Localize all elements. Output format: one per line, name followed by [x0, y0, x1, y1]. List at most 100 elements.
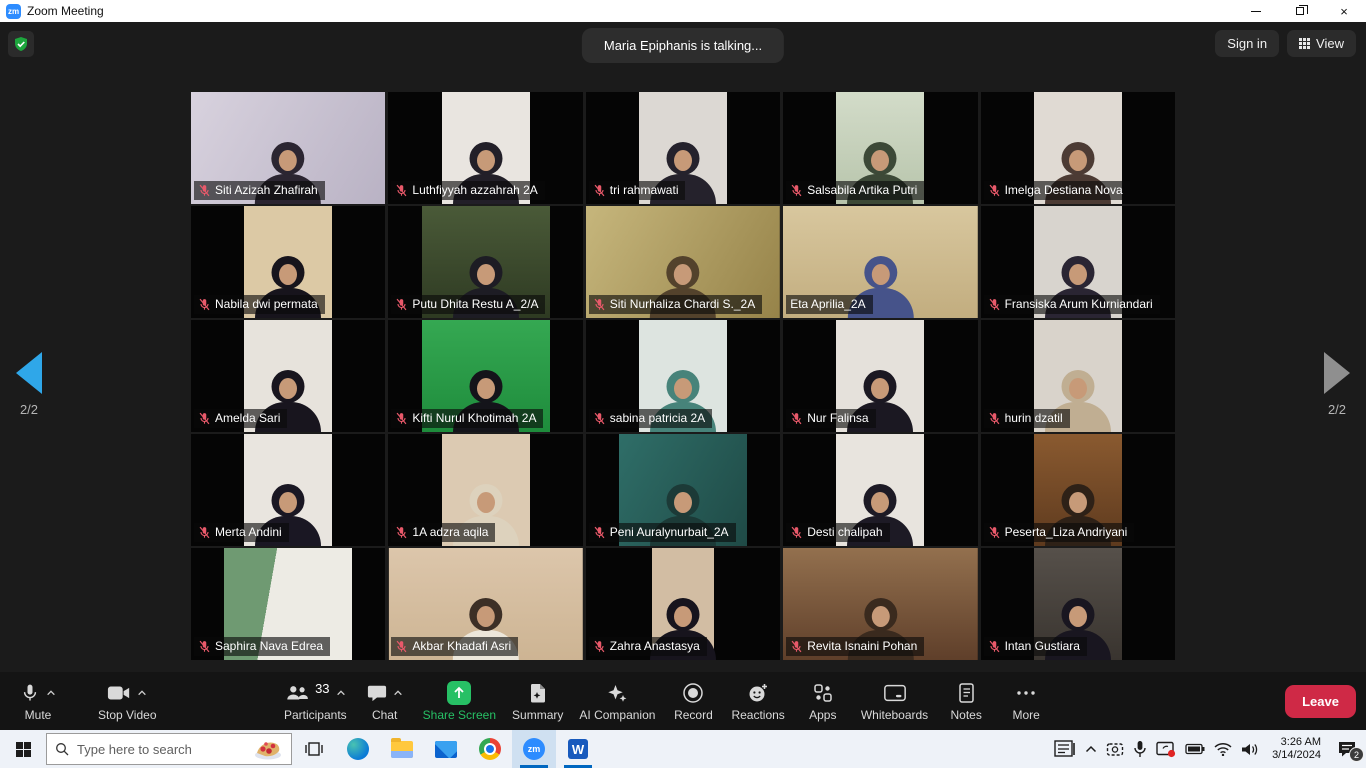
- participant-tile[interactable]: Merta Andini: [191, 434, 385, 546]
- more-button[interactable]: More: [998, 674, 1054, 728]
- participant-tile[interactable]: Saphira Nava Edrea: [191, 548, 385, 660]
- participant-tile[interactable]: Desti chalipah: [783, 434, 977, 546]
- news-interests-icon[interactable]: [1054, 740, 1076, 758]
- more-ellipsis-icon: [1015, 682, 1037, 704]
- whiteboards-button[interactable]: Whiteboards: [855, 674, 934, 728]
- chat-button[interactable]: Chat: [357, 674, 413, 728]
- participant-tile[interactable]: Amelda Sari: [191, 320, 385, 432]
- participant-tile[interactable]: sabina patricia 2A: [586, 320, 780, 432]
- participant-name-label: Peserta_Liza Andriyani: [984, 523, 1135, 542]
- talking-toast: Maria Epiphanis is talking...: [582, 28, 784, 63]
- task-view-button[interactable]: [292, 730, 336, 768]
- participant-tile[interactable]: Akbar Khadafi Asri: [388, 548, 582, 660]
- participant-tile[interactable]: Peserta_Liza Andriyani: [981, 434, 1175, 546]
- notes-button[interactable]: Notes: [938, 674, 994, 728]
- reactions-button[interactable]: Reactions: [725, 674, 790, 728]
- volume-icon[interactable]: [1241, 742, 1259, 757]
- tray-microphone-icon[interactable]: [1133, 740, 1147, 758]
- next-page-arrow[interactable]: [1324, 352, 1350, 394]
- muted-mic-icon: [790, 640, 803, 653]
- participant-tile[interactable]: tri rahmawati: [586, 92, 780, 204]
- share-screen-label: Share Screen: [423, 708, 496, 722]
- participant-name-label: Nabila dwi permata: [194, 295, 325, 314]
- participant-tile[interactable]: Nabila dwi permata: [191, 206, 385, 318]
- muted-mic-icon: [593, 298, 606, 311]
- taskbar-chrome[interactable]: [468, 730, 512, 768]
- participant-tile[interactable]: Luthfiyyah azzahrah 2A: [388, 92, 582, 204]
- record-button[interactable]: Record: [665, 674, 721, 728]
- chat-chevron-icon[interactable]: [393, 689, 403, 697]
- muted-mic-icon: [198, 526, 211, 539]
- battery-icon[interactable]: [1185, 743, 1205, 755]
- taskbar-file-explorer[interactable]: [380, 730, 424, 768]
- taskbar-clock[interactable]: 3:26 AM 3/14/2024: [1268, 736, 1325, 762]
- page-indicator-right: 2/2: [1328, 402, 1346, 417]
- windows-logo-icon: [16, 742, 31, 757]
- mute-button[interactable]: Mute: [10, 674, 66, 728]
- ai-companion-button[interactable]: AI Companion: [573, 674, 661, 728]
- search-placeholder-text: Type here to search: [77, 742, 245, 757]
- participant-tile[interactable]: Peni Auralynurbait_2A: [586, 434, 780, 546]
- sign-in-button[interactable]: Sign in: [1215, 30, 1279, 57]
- edge-icon: [347, 738, 369, 760]
- participant-name-label: Desti chalipah: [786, 523, 889, 542]
- stop-video-button[interactable]: Stop Video: [92, 674, 163, 728]
- view-button[interactable]: View: [1287, 30, 1356, 57]
- participants-button[interactable]: 33 Participants: [278, 674, 353, 728]
- participant-tile[interactable]: Putu Dhita Restu A_2/A: [388, 206, 582, 318]
- leave-button[interactable]: Leave: [1285, 685, 1356, 718]
- participant-name-label: tri rahmawati: [589, 181, 686, 200]
- participant-tile[interactable]: Fransiska Arum Kurniandari: [981, 206, 1175, 318]
- share-screen-button[interactable]: Share Screen: [417, 674, 502, 728]
- participant-tile[interactable]: hurin dzatil: [981, 320, 1175, 432]
- taskbar-search[interactable]: Type here to search: [46, 733, 292, 765]
- participant-tile[interactable]: Siti Nurhaliza Chardi S._2A: [586, 206, 780, 318]
- participant-tile[interactable]: Zahra Anastasya: [586, 548, 780, 660]
- mute-chevron-icon[interactable]: [46, 689, 56, 697]
- search-highlight-pie-image[interactable]: [253, 737, 283, 761]
- start-button[interactable]: [0, 730, 46, 768]
- grid-view-icon: [1299, 38, 1310, 49]
- reactions-smiley-icon: [747, 682, 769, 704]
- participant-tile[interactable]: Intan Gustiara: [981, 548, 1175, 660]
- tray-screen-share-recording-icon[interactable]: [1156, 741, 1176, 758]
- participants-label: Participants: [284, 708, 347, 722]
- minimize-button[interactable]: [1234, 0, 1278, 22]
- participant-tile[interactable]: 1A adzra aqila: [388, 434, 582, 546]
- chat-label: Chat: [372, 708, 397, 722]
- taskbar-edge[interactable]: [336, 730, 380, 768]
- ai-sparkle-icon: [606, 682, 628, 704]
- participant-tile[interactable]: Imelga Destiana Nova: [981, 92, 1175, 204]
- participant-tile[interactable]: Salsabila Artika Putri: [783, 92, 977, 204]
- participant-tile[interactable]: Kifti Nurul Khotimah 2A: [388, 320, 582, 432]
- muted-mic-icon: [790, 526, 803, 539]
- participant-tile[interactable]: Eta Aprilia_2A: [783, 206, 977, 318]
- participant-name-label: Luthfiyyah azzahrah 2A: [391, 181, 544, 200]
- participant-name-label: Amelda Sari: [194, 409, 287, 428]
- show-hidden-icons-chevron[interactable]: [1085, 745, 1097, 753]
- apps-button[interactable]: Apps: [795, 674, 851, 728]
- close-button[interactable]: ×: [1322, 0, 1366, 22]
- notification-count-badge: 2: [1349, 747, 1364, 762]
- muted-mic-icon: [593, 526, 606, 539]
- muted-mic-icon: [198, 640, 211, 653]
- taskbar-mail[interactable]: [424, 730, 468, 768]
- stop-video-chevron-icon[interactable]: [137, 689, 147, 697]
- wifi-icon[interactable]: [1214, 742, 1232, 756]
- summary-button[interactable]: Summary: [506, 674, 569, 728]
- zoom-app-icon: zm: [6, 4, 21, 19]
- more-label: More: [1013, 708, 1040, 722]
- participant-tile[interactable]: Nur Falinsa: [783, 320, 977, 432]
- participant-tile[interactable]: Siti Azizah Zhafirah: [191, 92, 385, 204]
- restore-button[interactable]: [1278, 0, 1322, 22]
- participants-chevron-icon[interactable]: [336, 689, 346, 697]
- tray-camera-icon[interactable]: [1106, 741, 1124, 757]
- taskbar-zoom[interactable]: zm: [512, 730, 556, 768]
- action-center-button[interactable]: 2: [1334, 736, 1360, 762]
- taskbar-word[interactable]: W: [556, 730, 600, 768]
- security-shield-icon[interactable]: [8, 31, 34, 57]
- previous-page-arrow[interactable]: [16, 352, 42, 394]
- participant-tile[interactable]: Revita Isnaini Pohan: [783, 548, 977, 660]
- muted-mic-icon: [988, 640, 1001, 653]
- participant-name-label: Putu Dhita Restu A_2/A: [391, 295, 545, 314]
